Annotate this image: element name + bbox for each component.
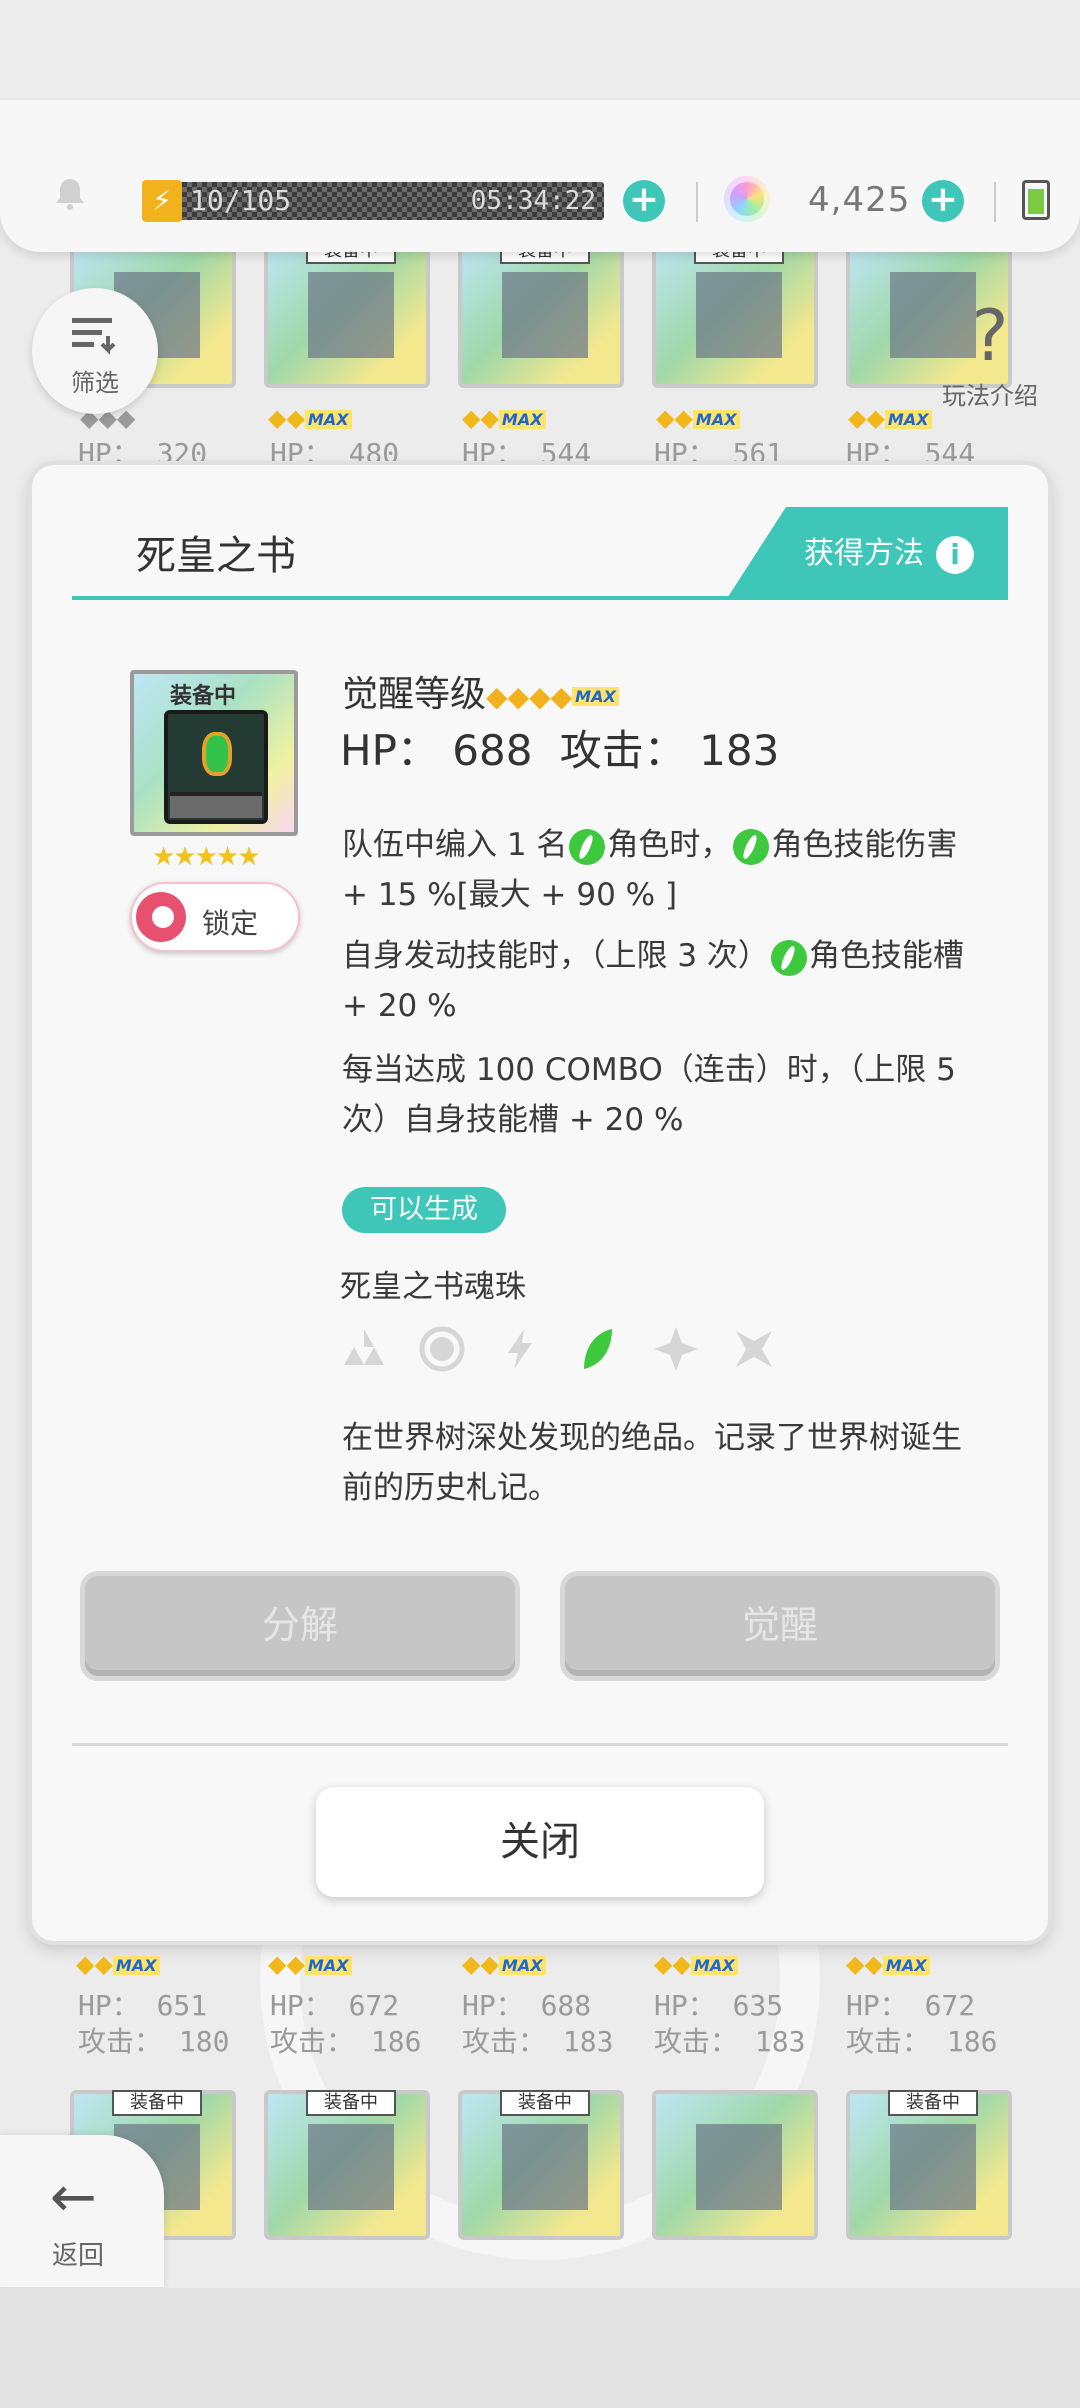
back-label: 返回 bbox=[52, 2241, 105, 2271]
toggle-knob bbox=[136, 892, 186, 942]
question-icon: ? bbox=[971, 295, 1009, 377]
bg-star-rating: ◆◆ MAX bbox=[76, 1950, 160, 1980]
skill-description-1: 队伍中编入 1 名角色时， 角色技能伤害 + 15 %[最大 + 90 % ] bbox=[342, 827, 958, 913]
equipped-tag: 装备中 bbox=[306, 2090, 396, 2116]
stamina-timer: 05:34:22 bbox=[470, 186, 596, 216]
decompose-button[interactable]: 分解 bbox=[80, 1571, 520, 1681]
weapon-icon bbox=[308, 272, 394, 358]
bg-stat-block: HP： 688 攻击： 183 bbox=[462, 1989, 614, 2058]
title-underline bbox=[72, 596, 1008, 600]
lock-label: 锁定 bbox=[202, 907, 259, 940]
bg-star-rating: ◆◆ MAX bbox=[462, 404, 546, 434]
armor-icon bbox=[890, 2124, 976, 2210]
divider bbox=[994, 182, 996, 222]
bg-item-card[interactable]: 装备中 bbox=[458, 238, 624, 388]
light-element-icon bbox=[654, 1327, 698, 1371]
weapon-icon bbox=[502, 272, 588, 358]
add-gems-button[interactable]: + bbox=[922, 180, 964, 222]
bg-item-card[interactable]: 装备中 bbox=[264, 238, 430, 388]
back-arrow-icon: ← bbox=[50, 2165, 97, 2230]
equipped-tag: 装备中 bbox=[112, 2090, 202, 2116]
attack-stat: 攻击： 183 bbox=[559, 726, 780, 775]
back-button[interactable]: ← 返回 bbox=[0, 2135, 164, 2287]
bg-star-rating: ◆◆ MAX bbox=[846, 1950, 930, 1980]
wood-element-icon bbox=[584, 1329, 612, 1369]
equipped-tag: 装备中 bbox=[170, 684, 237, 709]
dark-element-icon bbox=[736, 1331, 772, 1367]
armor-icon bbox=[502, 2124, 588, 2210]
max-badge: MAX bbox=[572, 686, 619, 706]
armor-icon bbox=[308, 2124, 394, 2210]
item-stats: HP： 688 攻击： 183 bbox=[340, 717, 793, 778]
filter-label: 筛选 bbox=[71, 369, 119, 397]
bg-item-card[interactable]: 装备中 bbox=[264, 2090, 430, 2240]
weapon-icon bbox=[696, 272, 782, 358]
item-thumbnail: 装备中 bbox=[130, 670, 298, 836]
skill-description-2: 自身发动技能时，（上限 3 次） 角色技能槽 + 20 % bbox=[342, 938, 964, 1024]
wood-element-icon bbox=[569, 828, 606, 865]
bg-item-card[interactable]: 装备中 bbox=[846, 2090, 1012, 2240]
divider bbox=[72, 1743, 1008, 1746]
item-title: 死皇之书 bbox=[136, 533, 296, 579]
obtain-method-button[interactable]: 获得方法 i bbox=[726, 507, 1008, 600]
soul-orb-name: 死皇之书魂珠 bbox=[340, 1269, 526, 1305]
hp-stat: HP： 688 bbox=[340, 726, 533, 775]
bg-item-card[interactable] bbox=[652, 2090, 818, 2240]
rainbow-gem-icon bbox=[724, 176, 770, 222]
item-lore: 在世界树深处发现的绝品。记录了世界树诞生前的历史札记。 bbox=[342, 1420, 962, 1506]
item-star-rating: ★★★★★ bbox=[152, 842, 261, 872]
stamina-bar: ⚡ 10/105 05:34:22 bbox=[142, 180, 604, 222]
filter-icon bbox=[72, 318, 116, 355]
item-detail-dialog: 死皇之书 获得方法 i 装备中 ★★★★★ 锁定 觉醒等级◆◆◆◆ MAX HP： … bbox=[32, 465, 1048, 1941]
armor-icon bbox=[696, 2124, 782, 2210]
add-stamina-button[interactable]: + bbox=[623, 180, 665, 222]
bg-stat-block: HP： 672 攻击： 186 bbox=[270, 1989, 422, 2058]
awaken-button[interactable]: 觉醒 bbox=[560, 1571, 1000, 1681]
craftable-badge: 可以生成 bbox=[342, 1187, 506, 1233]
battery-icon bbox=[1022, 180, 1050, 220]
help-label: 玩法介绍 bbox=[942, 382, 1038, 410]
filter-button[interactable]: 筛选 bbox=[32, 288, 158, 414]
bg-star-rating: ◆◆ MAX bbox=[654, 1950, 738, 1980]
awaken-diamonds: ◆◆◆◆ bbox=[486, 680, 573, 713]
divider bbox=[696, 182, 698, 222]
bg-stat-block: HP： 672 攻击： 186 bbox=[846, 1989, 998, 2058]
equipped-tag: 装备中 bbox=[888, 2090, 978, 2116]
wood-element-icon bbox=[733, 828, 770, 865]
obtain-method-label: 获得方法 bbox=[804, 536, 924, 571]
bg-star-rating: ◆◆ MAX bbox=[462, 1950, 546, 1980]
bg-star-rating: ◆◆ MAX bbox=[268, 1950, 352, 1980]
fire-element-icon bbox=[344, 1329, 384, 1365]
lightning-icon: ⚡ bbox=[142, 180, 182, 222]
bg-stat-block: HP： 635 攻击： 183 bbox=[654, 1989, 806, 2058]
lock-toggle[interactable]: 锁定 bbox=[130, 882, 300, 952]
gem-count: 4,425 bbox=[808, 180, 911, 220]
awaken-label: 觉醒等级 bbox=[342, 674, 487, 715]
skill-description-3: 每当达成 100 COMBO（连击）时，（上限 5 次）自身技能槽 + 20 % bbox=[342, 1052, 956, 1138]
bottom-bar bbox=[0, 2288, 1080, 2408]
equipped-tag: 装备中 bbox=[500, 2090, 590, 2116]
bg-item-card[interactable]: 装备中 bbox=[458, 2090, 624, 2240]
info-icon: i bbox=[936, 535, 974, 574]
bg-stat-block: HP： 651 攻击： 180 bbox=[78, 1989, 230, 2058]
close-button[interactable]: 关闭 bbox=[316, 1787, 764, 1897]
wood-element-icon bbox=[770, 939, 807, 976]
element-icons bbox=[340, 1325, 800, 1375]
bg-star-rating: ◆◆ MAX bbox=[268, 404, 352, 434]
stamina-value: 10/105 bbox=[190, 184, 292, 217]
book-icon bbox=[164, 710, 268, 824]
bg-item-card[interactable]: 装备中 bbox=[652, 238, 818, 388]
awaken-level: 觉醒等级◆◆◆◆ MAX bbox=[342, 665, 619, 717]
status-bar: ⚡ 10/105 05:34:22 + 4,425 + bbox=[0, 100, 1080, 252]
bg-star-rating: ◆◆ MAX bbox=[848, 404, 932, 434]
bell-icon[interactable] bbox=[52, 176, 88, 212]
bg-star-rating: ◆◆ MAX bbox=[656, 404, 740, 434]
water-element-icon bbox=[419, 1326, 465, 1372]
help-button[interactable]: ? 玩法介绍 bbox=[930, 296, 1050, 416]
lightning-element-icon bbox=[508, 1329, 532, 1369]
